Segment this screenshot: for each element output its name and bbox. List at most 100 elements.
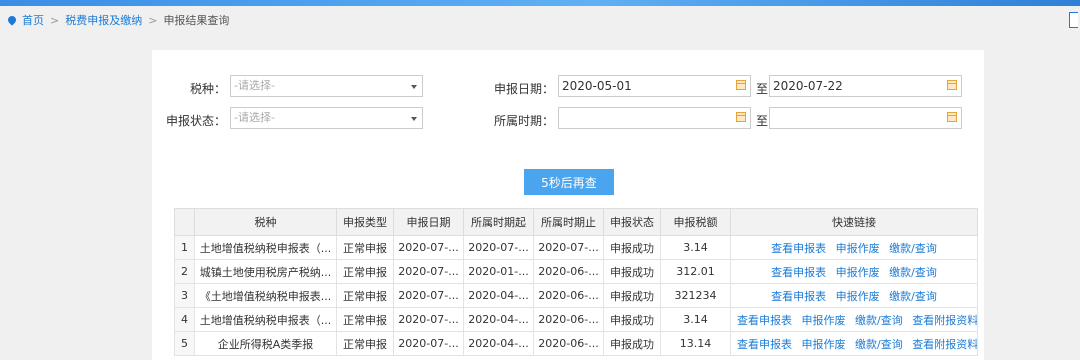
date-cell: 2020-07-... [393, 259, 464, 284]
status-cell: 申报成功 [603, 235, 661, 260]
column-header-status: 申报状态 [603, 208, 661, 236]
payment-query-link[interactable]: 缴款/查询 [889, 242, 937, 255]
status-cell: 申报成功 [603, 283, 661, 308]
sidebar-toggle-icon[interactable] [1069, 12, 1078, 28]
calendar-icon[interactable] [736, 112, 746, 122]
period-end-cell: 2020-06-... [533, 331, 604, 356]
row-index: 4 [174, 307, 195, 332]
calendar-icon[interactable] [736, 80, 746, 90]
void-declaration-link[interactable]: 申报作废 [836, 290, 880, 303]
quick-links-cell: 查看申报表 申报作废 缴款/查询 查看附报资料 [730, 331, 978, 356]
period-end-cell: 2020-06-... [533, 283, 604, 308]
tax-type-select[interactable]: -请选择- [230, 75, 423, 97]
void-declaration-link[interactable]: 申报作废 [802, 338, 846, 351]
date-cell: 2020-07-... [393, 331, 464, 356]
declare-date-from-input[interactable]: 2020-05-01 [558, 75, 751, 97]
status-select[interactable]: -请选择- [230, 107, 423, 129]
view-attachments-link[interactable]: 查看附报资料 [912, 338, 976, 351]
to-label: 至 [756, 82, 769, 96]
payment-query-link[interactable]: 缴款/查询 [889, 266, 937, 279]
query-panel: 税种： -请选择- 申报日期： 2020-05-01 至 2020-07-22 … [152, 50, 984, 360]
column-header-type: 申报类型 [336, 208, 394, 236]
quick-links-cell: 查看申报表 申报作废 缴款/查询 [730, 259, 978, 284]
to-label: 至 [756, 114, 769, 128]
breadcrumb: 首页 > 税费申报及缴纳 > 申报结果查询 [0, 6, 1080, 34]
type-cell: 正常申报 [336, 259, 394, 284]
breadcrumb-current: 申报结果查询 [163, 14, 230, 27]
declare-date-from-value: 2020-05-01 [562, 79, 632, 93]
breadcrumb-separator: > [148, 13, 158, 27]
amount-cell: 3.14 [660, 307, 731, 332]
table-row: 2 城镇土地使用税房产税纳... 正常申报 2020-07-... 2020-0… [174, 259, 978, 284]
column-header-amount: 申报税额 [660, 208, 731, 236]
status-cell: 申报成功 [603, 331, 661, 356]
chevron-down-icon [411, 85, 417, 89]
payment-query-link[interactable]: 缴款/查询 [855, 338, 903, 351]
view-declaration-link[interactable]: 查看申报表 [771, 266, 826, 279]
column-header-period-start: 所属时期起 [463, 208, 534, 236]
period-start-cell: 2020-01-... [463, 259, 534, 284]
tax-cell: 土地增值税纳税申报表（... [194, 307, 337, 332]
column-header-links: 快速链接 [730, 208, 978, 236]
row-index: 2 [174, 259, 195, 284]
tax-cell: 《土地增值税纳税申报表... [194, 283, 337, 308]
type-cell: 正常申报 [336, 235, 394, 260]
view-declaration-link[interactable]: 查看申报表 [771, 290, 826, 303]
breadcrumb-section-link[interactable]: 税费申报及缴纳 [65, 12, 142, 28]
table-row: 1 土地增值税纳税申报表（... 正常申报 2020-07-... 2020-0… [174, 235, 978, 260]
row-index: 1 [174, 235, 195, 260]
period-label: 所属时期： [494, 114, 555, 128]
column-header-period-end: 所属时期止 [533, 208, 604, 236]
chevron-down-icon [411, 117, 417, 121]
declare-date-label: 申报日期： [494, 82, 555, 96]
tax-type-label: 税种： [189, 82, 226, 96]
breadcrumb-separator: > [50, 13, 60, 27]
table-row: 4 土地增值税纳税申报表（... 正常申报 2020-07-... 2020-0… [174, 307, 978, 332]
view-attachments-link[interactable]: 查看附报资料 [912, 314, 976, 327]
period-from-input[interactable] [558, 107, 751, 129]
view-declaration-link[interactable]: 查看申报表 [737, 338, 792, 351]
tax-cell: 城镇土地使用税房产税纳... [194, 259, 337, 284]
view-declaration-link[interactable]: 查看申报表 [771, 242, 826, 255]
column-header-tax: 税种 [194, 208, 337, 236]
status-cell: 申报成功 [603, 259, 661, 284]
void-declaration-link[interactable]: 申报作废 [802, 314, 846, 327]
table-row: 5 企业所得税A类季报 正常申报 2020-07-... 2020-04-...… [174, 331, 978, 356]
calendar-icon[interactable] [947, 80, 957, 90]
period-start-cell: 2020-04-... [463, 307, 534, 332]
payment-query-link[interactable]: 缴款/查询 [855, 314, 903, 327]
row-index: 3 [174, 283, 195, 308]
tax-cell: 土地增值税纳税申报表（... [194, 235, 337, 260]
results-table: 税种 申报类型 申报日期 所属时期起 所属时期止 申报状态 申报税额 快速链接 … [174, 208, 978, 356]
date-cell: 2020-07-... [393, 235, 464, 260]
status-label: 申报状态： [166, 114, 227, 128]
date-cell: 2020-07-... [393, 283, 464, 308]
period-start-cell: 2020-04-... [463, 331, 534, 356]
status-placeholder: -请选择- [234, 111, 275, 124]
table-row: 3 《土地增值税纳税申报表... 正常申报 2020-07-... 2020-0… [174, 283, 978, 308]
tax-cell: 企业所得税A类季报 [194, 331, 337, 356]
quick-links-cell: 查看申报表 申报作废 缴款/查询 [730, 283, 978, 308]
location-pin-icon [6, 14, 18, 26]
column-header-date: 申报日期 [393, 208, 464, 236]
period-to-input[interactable] [769, 107, 962, 129]
table-header-row: 税种 申报类型 申报日期 所属时期起 所属时期止 申报状态 申报税额 快速链接 [174, 208, 978, 236]
row-index: 5 [174, 331, 195, 356]
amount-cell: 312.01 [660, 259, 731, 284]
void-declaration-link[interactable]: 申报作废 [836, 266, 880, 279]
quick-links-cell: 查看申报表 申报作废 缴款/查询 [730, 235, 978, 260]
calendar-icon[interactable] [947, 112, 957, 122]
type-cell: 正常申报 [336, 331, 394, 356]
declare-date-to-input[interactable]: 2020-07-22 [769, 75, 962, 97]
view-declaration-link[interactable]: 查看申报表 [737, 314, 792, 327]
requery-button[interactable]: 5秒后再查 [524, 169, 614, 195]
amount-cell: 13.14 [660, 331, 731, 356]
void-declaration-link[interactable]: 申报作废 [836, 242, 880, 255]
period-end-cell: 2020-06-... [533, 259, 604, 284]
column-header-index [174, 208, 195, 236]
tax-type-placeholder: -请选择- [234, 79, 275, 92]
payment-query-link[interactable]: 缴款/查询 [889, 290, 937, 303]
breadcrumb-home-link[interactable]: 首页 [22, 12, 44, 28]
type-cell: 正常申报 [336, 283, 394, 308]
period-start-cell: 2020-07-... [463, 235, 534, 260]
